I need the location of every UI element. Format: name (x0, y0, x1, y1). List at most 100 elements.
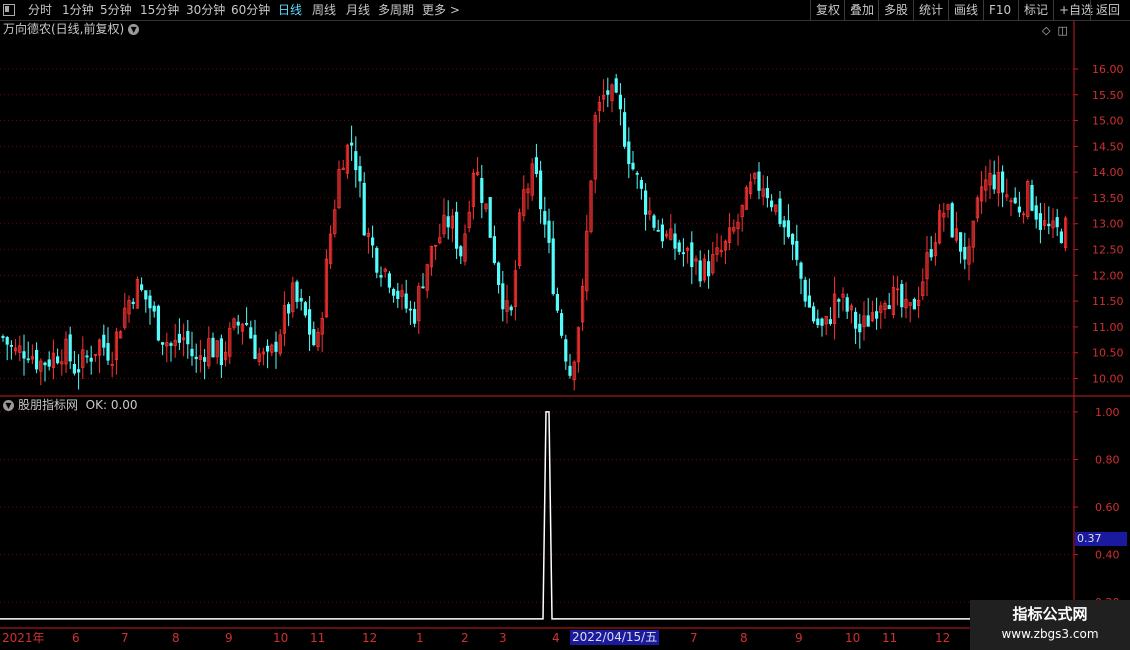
candle-body (211, 337, 215, 358)
candle-body (68, 334, 72, 362)
candle-body (299, 298, 303, 302)
candle-body (349, 142, 354, 146)
y-tick-label: 10.50 (1092, 347, 1124, 360)
candle-body (606, 90, 610, 95)
candle-body (186, 331, 190, 345)
candle-body (782, 220, 786, 228)
candle-body (303, 302, 308, 316)
candle-body (660, 224, 665, 242)
candle-body (421, 286, 425, 289)
candle-body (412, 308, 417, 324)
x-axis-label: 3 (499, 631, 507, 645)
indicator-ok-line (0, 411, 1074, 620)
candle-body (144, 290, 148, 300)
y-tick-label: 0.80 (1095, 453, 1120, 466)
candle-body (560, 313, 564, 336)
y-tick-label: 0.60 (1095, 501, 1120, 514)
candle-body (391, 289, 396, 296)
candle-body (295, 281, 299, 302)
candle-body (614, 78, 618, 93)
candle-body (362, 182, 366, 236)
candle-body (253, 334, 257, 359)
candle-body (551, 238, 555, 295)
chevron-down-icon[interactable]: ▼ (128, 24, 140, 35)
candle-body (1034, 205, 1038, 220)
candle-body (492, 236, 497, 264)
candle-body (795, 240, 799, 260)
candle-body (244, 323, 249, 325)
candle-body (959, 232, 963, 252)
current-value-marker: 0.37 (1075, 532, 1127, 546)
candle-body (148, 295, 152, 309)
candle-body (169, 343, 173, 346)
candle-body (1059, 231, 1063, 244)
y-tick-label: 10.00 (1092, 373, 1124, 386)
candle-body (950, 203, 954, 238)
split-view-icon[interactable]: ◫ (1057, 24, 1067, 37)
candle-body (5, 337, 9, 345)
candle-body (534, 157, 539, 174)
candle-body (102, 334, 106, 348)
chevron-down-icon[interactable]: ▼ (3, 400, 14, 411)
candle-body (799, 262, 803, 279)
candle-body (698, 260, 702, 282)
candle-body (72, 363, 76, 374)
candle-body (555, 294, 560, 311)
candle-body (22, 351, 26, 359)
candle-body (858, 323, 862, 333)
candle-body (509, 306, 513, 311)
candle-body (765, 187, 770, 199)
main-chart-title: 万向德农(日线,前复权) ▼ (3, 22, 140, 36)
diamond-icon[interactable]: ◇ (1042, 24, 1050, 37)
candle-body (900, 284, 904, 308)
candle-body (1038, 213, 1042, 230)
y-tick-label: 15.00 (1092, 115, 1124, 128)
y-tick-label: 11.50 (1092, 295, 1124, 308)
stock-chart[interactable]: 10.0010.5011.0011.5012.0012.5013.0013.50… (0, 0, 1130, 650)
candle-body (673, 233, 677, 249)
candle-body (156, 305, 160, 341)
candle-body (106, 343, 110, 361)
x-axis-label: 12 (935, 631, 951, 645)
candle-body (807, 295, 812, 308)
candle-body (370, 237, 375, 246)
candle-body (404, 293, 408, 309)
candle-body (286, 304, 291, 314)
candle-body (778, 198, 782, 225)
candle-body (929, 249, 933, 258)
candle-body (496, 262, 501, 285)
candle-body (152, 305, 156, 312)
candle-body (236, 321, 240, 326)
candle-body (770, 200, 774, 208)
indicator-title: ▼ 股朋指标网 OK: 0.00 (3, 398, 138, 412)
candle-body (307, 309, 312, 335)
candle-body (26, 358, 30, 361)
candle-body (635, 172, 639, 175)
candle-body (639, 180, 644, 189)
y-tick-label: 13.00 (1092, 218, 1124, 231)
y-tick-label: 14.00 (1092, 166, 1124, 179)
y-tick-label: 12.50 (1092, 244, 1124, 257)
candle-body (446, 216, 450, 228)
candle-body (249, 327, 253, 339)
candle-body (219, 338, 223, 366)
candle-body (85, 355, 89, 358)
candle-body (652, 215, 656, 228)
y-tick-label: 12.00 (1092, 269, 1124, 282)
candle-body (379, 275, 383, 278)
watermark-title: 指标公式网 (1012, 605, 1088, 623)
x-axis-label: 4 (552, 631, 560, 645)
x-axis-label: 8 (740, 631, 748, 645)
candle-body (690, 242, 694, 268)
candle-body (845, 297, 849, 312)
candle-body (131, 301, 135, 305)
candle-body (677, 242, 681, 252)
x-axis-label: 10 (845, 631, 861, 645)
candle-body (202, 357, 207, 362)
panel-controls: ◇ ◫ (1042, 24, 1068, 37)
candle-body (828, 319, 833, 324)
candle-body (816, 318, 820, 326)
candle-body (543, 211, 547, 225)
candle-body (43, 362, 47, 366)
x-axis-label: 2 (461, 631, 469, 645)
